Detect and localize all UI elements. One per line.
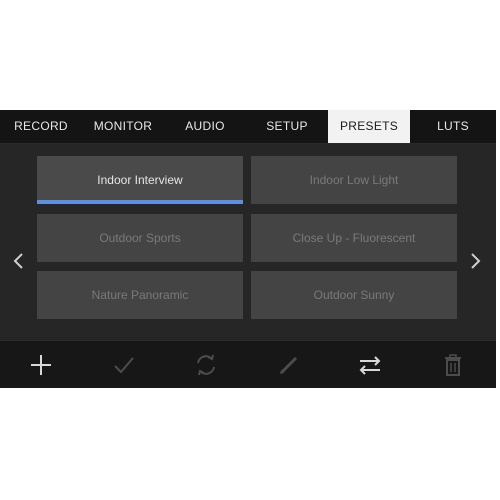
- pencil-icon[interactable]: [276, 352, 302, 378]
- preset-button-outdoor-sports[interactable]: Outdoor Sports: [37, 214, 243, 262]
- sync-icon[interactable]: [193, 352, 219, 378]
- tab-bar: RECORD MONITOR AUDIO SETUP PRESETS LUTS: [0, 110, 496, 144]
- tab-monitor[interactable]: MONITOR: [82, 110, 164, 143]
- tab-setup[interactable]: SETUP: [246, 110, 328, 143]
- chevron-right-icon[interactable]: [467, 250, 483, 272]
- tab-presets[interactable]: PRESETS: [328, 110, 410, 143]
- plus-icon[interactable]: [28, 352, 54, 378]
- preset-button-nature-panoramic[interactable]: Nature Panoramic: [37, 271, 243, 319]
- preset-button-close-up-fluorescent[interactable]: Close Up - Fluorescent: [251, 214, 457, 262]
- preset-label: Outdoor Sports: [99, 231, 181, 245]
- preset-grid-area: Indoor Interview Indoor Low Light Outdoo…: [0, 144, 496, 367]
- preset-label: Indoor Low Light: [309, 173, 399, 187]
- preset-button-outdoor-sunny[interactable]: Outdoor Sunny: [251, 271, 457, 319]
- preset-label: Indoor Interview: [97, 173, 183, 187]
- chevron-left-icon[interactable]: [11, 250, 27, 272]
- preset-label: Nature Panoramic: [91, 288, 189, 302]
- trash-icon[interactable]: [440, 352, 466, 378]
- preset-label: Close Up - Fluorescent: [292, 231, 416, 245]
- swap-arrows-icon[interactable]: [357, 352, 383, 378]
- presets-screen: RECORD MONITOR AUDIO SETUP PRESETS LUTS …: [0, 110, 496, 388]
- selected-underline: [37, 200, 243, 204]
- preset-button-indoor-interview[interactable]: Indoor Interview: [37, 156, 243, 204]
- bottom-toolbar: [0, 340, 496, 388]
- preset-button-indoor-low-light[interactable]: Indoor Low Light: [251, 156, 457, 204]
- tab-luts[interactable]: LUTS: [410, 110, 496, 143]
- tab-audio[interactable]: AUDIO: [164, 110, 246, 143]
- tab-record[interactable]: RECORD: [0, 110, 82, 143]
- preset-label: Outdoor Sunny: [313, 288, 395, 302]
- checkmark-icon[interactable]: [111, 352, 137, 378]
